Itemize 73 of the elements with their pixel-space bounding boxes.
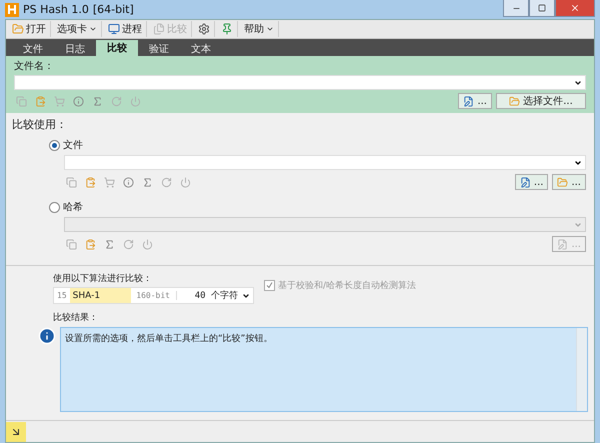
radio-option[interactable]: 文件 <box>49 138 83 152</box>
close-icon <box>570 3 580 13</box>
folder-icon <box>12 23 24 35</box>
file-name-label: 文件名： <box>14 60 55 73</box>
result-label: 比较结果： <box>52 312 99 324</box>
caret-icon <box>266 25 274 33</box>
caret-icon <box>242 292 250 300</box>
scrollbar[interactable] <box>576 328 587 411</box>
edit-file-icon <box>463 96 474 106</box>
algorithm-combo[interactable]: 15 SHA-1 160-bit 40 个字符 <box>53 287 254 304</box>
result-message: 设置所需的选项，然后单击工具栏上的“比较”按钮。 <box>64 332 274 346</box>
monitor-icon <box>108 23 120 35</box>
tab[interactable]: 文件 <box>12 41 54 56</box>
sigma-icon[interactable] <box>104 238 115 250</box>
maximize-button[interactable] <box>529 0 555 17</box>
info-icon <box>38 327 56 345</box>
window-subtitle: [64-bit] <box>92 3 134 16</box>
check-icon <box>266 282 273 289</box>
file-name-combo[interactable] <box>14 75 586 90</box>
cart-icon[interactable] <box>104 176 115 188</box>
refresh-icon[interactable] <box>111 96 122 106</box>
caret-icon <box>89 25 97 33</box>
open-button[interactable]: 打开 <box>8 21 51 37</box>
caret-icon <box>574 158 582 166</box>
hash-combo[interactable] <box>64 217 586 232</box>
power-icon[interactable] <box>142 238 153 250</box>
window-title: PS Hash 1.0 <box>23 3 89 16</box>
choose-file-button[interactable]: 选择文件... <box>496 93 586 109</box>
edit-file-icon <box>520 176 531 188</box>
compare-using-label: 比较使用： <box>12 117 68 132</box>
caret-icon <box>574 78 582 86</box>
tab[interactable]: 日志 <box>54 41 96 56</box>
radio-dot[interactable] <box>49 202 60 212</box>
tab[interactable]: 文本 <box>180 41 222 56</box>
expand-button[interactable] <box>6 422 26 442</box>
paste-icon[interactable] <box>35 96 46 106</box>
files-icon <box>153 23 165 35</box>
close-button[interactable] <box>555 0 595 17</box>
tabs-menu-button[interactable]: 选项卡 <box>53 21 102 37</box>
sigma-icon[interactable] <box>92 96 103 106</box>
radio-option[interactable]: 哈希 <box>49 200 83 214</box>
edit-button[interactable]: ... <box>458 93 492 109</box>
copy-icon[interactable] <box>66 176 77 188</box>
copy-icon[interactable] <box>16 96 27 106</box>
file-combo[interactable] <box>64 155 586 170</box>
paste-icon[interactable] <box>85 238 96 250</box>
pin-icon <box>221 23 233 35</box>
info-icon[interactable] <box>73 96 84 106</box>
algorithm-label: 使用以下算法进行比较： <box>53 272 153 285</box>
power-icon[interactable] <box>130 96 141 106</box>
refresh-icon[interactable] <box>161 176 172 188</box>
help-menu-button[interactable]: 帮助 <box>240 21 279 37</box>
folder-icon <box>557 176 568 188</box>
paste-icon[interactable] <box>85 176 96 188</box>
folder-icon <box>509 96 520 106</box>
refresh-icon[interactable] <box>123 238 134 250</box>
radio-dot[interactable] <box>49 140 60 150</box>
power-icon[interactable] <box>180 176 191 188</box>
cart-icon[interactable] <box>54 96 65 106</box>
tab[interactable]: 比较 <box>96 40 138 56</box>
settings-icon <box>198 23 210 35</box>
copy-icon[interactable] <box>66 238 77 250</box>
app-logo-icon <box>5 2 19 16</box>
minimize-button[interactable] <box>503 0 529 17</box>
caret-icon <box>574 220 582 228</box>
process-button[interactable]: 进程 <box>104 21 147 37</box>
maximize-icon <box>538 4 546 12</box>
folder-button[interactable]: ... <box>552 174 586 190</box>
edit-file-icon <box>557 238 568 250</box>
info-icon[interactable] <box>123 176 134 188</box>
sigma-icon[interactable] <box>142 176 153 188</box>
edit-button[interactable]: ... <box>514 174 548 190</box>
tab[interactable]: 验证 <box>138 41 180 56</box>
